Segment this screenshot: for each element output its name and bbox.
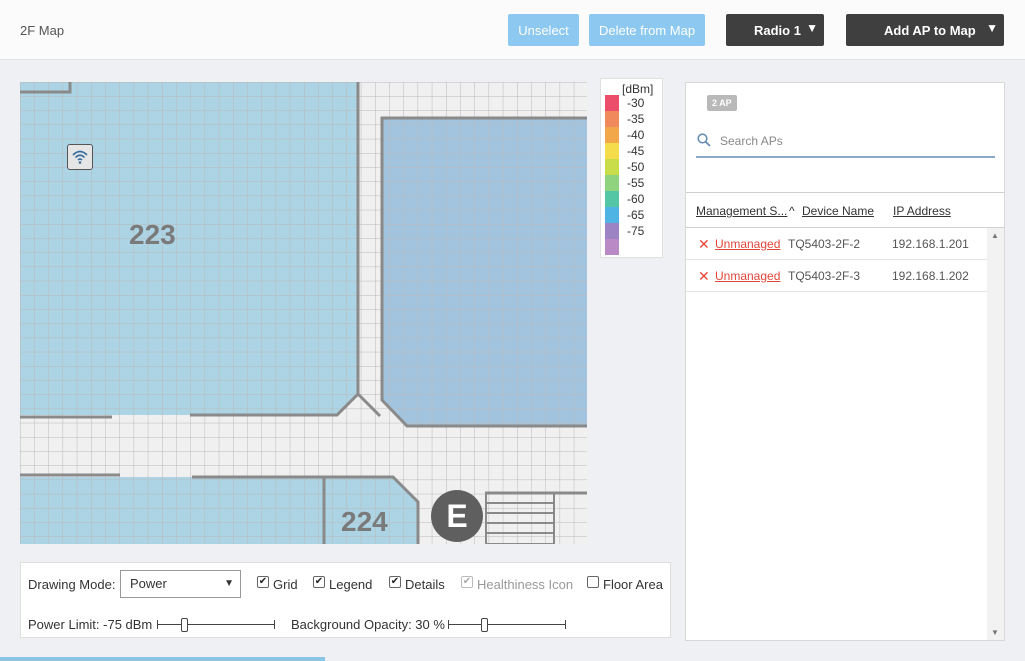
legend-label: Legend: [329, 577, 373, 592]
top-toolbar: 2F Map Unselect Delete from Map Radio 1 …: [0, 0, 1025, 60]
background-opacity-slider[interactable]: [448, 618, 566, 632]
table-scrollbar[interactable]: ▲ ▼: [987, 228, 1004, 640]
table-row[interactable]: ✕ Unmanaged TQ5403-2F-2 192.168.1.201: [686, 228, 988, 260]
legend-swatch: [605, 207, 619, 223]
background-opacity-label: Background Opacity: 30 %: [291, 617, 445, 632]
legend-entry: -45: [605, 143, 663, 159]
room-label: 223: [129, 219, 176, 250]
legend-value: -75: [627, 224, 645, 238]
legend-checkbox[interactable]: ✔: [313, 576, 325, 588]
bottom-progress-strip: [0, 657, 325, 661]
details-label: Details: [405, 577, 445, 592]
legend-swatch: [605, 143, 619, 159]
legend-swatch: [605, 175, 619, 191]
legend-entry: -55: [605, 175, 663, 191]
legend-entry: -30: [605, 95, 663, 111]
power-limit-slider[interactable]: [157, 618, 275, 632]
legend-swatch: [605, 111, 619, 127]
wifi-icon: [72, 150, 88, 164]
legend-swatch: [605, 223, 619, 239]
status-link[interactable]: Unmanaged: [715, 237, 780, 251]
legend-entry: [605, 239, 663, 255]
legend-swatch: [605, 127, 619, 143]
delete-from-map-button[interactable]: Delete from Map: [589, 14, 705, 46]
table-header: Management S... ^ Device Name IP Address: [686, 192, 1005, 228]
ip-address: 192.168.1.202: [892, 269, 969, 283]
legend-value: -50: [627, 160, 645, 174]
scroll-up-icon[interactable]: ▲: [991, 231, 999, 240]
legend-entry: -40: [605, 127, 663, 143]
drawing-mode-select[interactable]: Power ▼: [120, 570, 241, 598]
unselect-button[interactable]: Unselect: [508, 14, 579, 46]
column-ip-address[interactable]: IP Address: [893, 204, 951, 218]
device-name: TQ5403-2F-3: [788, 269, 861, 283]
slider-thumb[interactable]: [481, 618, 488, 632]
grid-checkbox[interactable]: ✔: [257, 576, 269, 588]
table-row[interactable]: ✕ Unmanaged TQ5403-2F-3 192.168.1.202: [686, 260, 988, 292]
floor-map[interactable]: 223 224 E: [20, 82, 587, 544]
ap-list-panel: 2 AP Management S... ^ Device Name IP Ad…: [685, 82, 1005, 641]
ap-count-badge: 2 AP: [707, 95, 737, 111]
column-device-name[interactable]: Device Name: [802, 204, 874, 218]
map-controls: Drawing Mode: Power ▼ ✔ Grid ✔ Legend ✔ …: [20, 562, 671, 638]
slider-thumb[interactable]: [181, 618, 188, 632]
radio-dropdown-button[interactable]: Radio 1 ▼: [726, 14, 824, 46]
healthiness-icon-checkbox[interactable]: ✔: [461, 576, 473, 588]
legend-value: -65: [627, 208, 645, 222]
sort-ascending-icon: ^: [789, 204, 795, 218]
floor-area-checkbox[interactable]: [587, 576, 599, 588]
radio-label: Radio 1: [754, 22, 801, 38]
elevator-icon: E: [431, 490, 483, 542]
power-limit-label: Power Limit: -75 dBm: [28, 617, 153, 632]
details-checkbox[interactable]: ✔: [389, 576, 401, 588]
scroll-down-icon[interactable]: ▼: [991, 628, 999, 637]
legend-value: -35: [627, 112, 645, 126]
search-icon: [697, 133, 711, 147]
legend-swatch: [605, 95, 619, 111]
legend-entry: -50: [605, 159, 663, 175]
access-point-marker[interactable]: [67, 144, 93, 170]
legend-swatch: [605, 159, 619, 175]
floor-area-label: Floor Area: [603, 577, 663, 592]
add-ap-to-map-button[interactable]: Add AP to Map ▼: [846, 14, 1004, 46]
caret-down-icon: ▼: [806, 21, 818, 35]
legend-value: -40: [627, 128, 645, 142]
legend-value: -60: [627, 192, 645, 206]
grid-label: Grid: [273, 577, 298, 592]
device-name: TQ5403-2F-2: [788, 237, 861, 251]
legend-unit: [dBm]: [622, 82, 654, 96]
drawing-mode-value: Power: [130, 576, 167, 591]
ip-address: 192.168.1.201: [892, 237, 969, 251]
legend-swatch: [605, 191, 619, 207]
search-box[interactable]: [696, 129, 995, 158]
legend-entry: -60: [605, 191, 663, 207]
legend-entry: -75: [605, 223, 663, 239]
status-link[interactable]: Unmanaged: [715, 269, 780, 283]
legend-value: -55: [627, 176, 645, 190]
legend-entry: -65: [605, 207, 663, 223]
map-title: 2F Map: [20, 23, 65, 38]
close-icon: ✕: [698, 236, 710, 252]
add-ap-label: Add AP to Map: [884, 22, 976, 38]
legend-entry: -35: [605, 111, 663, 127]
legend-value: -30: [627, 96, 645, 110]
caret-down-icon: ▼: [986, 21, 998, 35]
search-input[interactable]: [720, 131, 980, 151]
caret-down-icon: ▼: [224, 578, 234, 589]
legend-value: -45: [627, 144, 645, 158]
legend-swatch: [605, 239, 619, 255]
close-icon: ✕: [698, 268, 710, 284]
healthiness-icon-label: Healthiness Icon: [477, 577, 574, 592]
floor-plan-drawing: [20, 82, 587, 544]
drawing-mode-label: Drawing Mode:: [28, 577, 116, 592]
signal-legend: [dBm] -30 -35 -40 -45 -50 -55 -60 -65 -75: [600, 78, 663, 258]
room-label: 224: [341, 506, 388, 537]
column-management-status[interactable]: Management S...: [696, 204, 787, 218]
